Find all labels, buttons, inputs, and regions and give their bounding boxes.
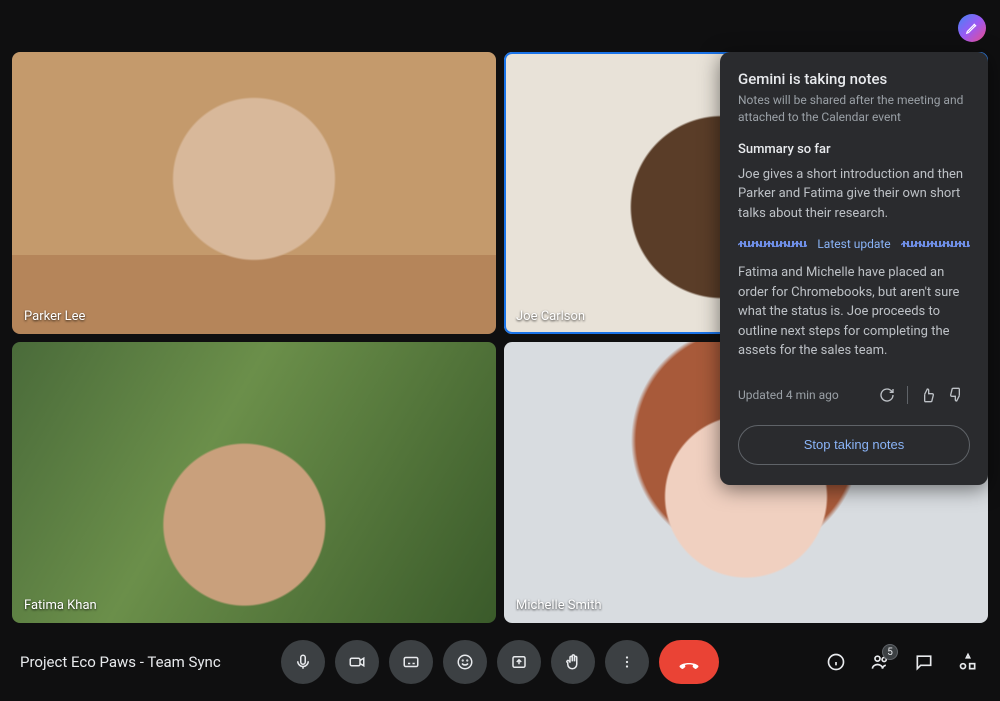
updated-timestamp: Updated 4 min ago bbox=[738, 388, 839, 402]
divider bbox=[907, 386, 908, 404]
stop-taking-notes-button[interactable]: Stop taking notes bbox=[738, 425, 970, 465]
thumbs-up-icon[interactable] bbox=[914, 381, 942, 409]
bottom-bar: Project Eco Paws - Team Sync bbox=[0, 623, 1000, 701]
raise-hand-button[interactable] bbox=[551, 640, 595, 684]
participant-tile[interactable]: Fatima Khan bbox=[12, 342, 496, 624]
captions-button[interactable] bbox=[389, 640, 433, 684]
gemini-subtitle: Notes will be shared after the meeting a… bbox=[738, 92, 970, 126]
participant-tile[interactable]: Parker Lee bbox=[12, 52, 496, 334]
latest-update-divider: Latest update bbox=[738, 237, 970, 251]
people-count-badge: 5 bbox=[882, 644, 898, 660]
gemini-notes-panel: Gemini is taking notes Notes will be sha… bbox=[720, 52, 988, 485]
wave-left-icon bbox=[738, 241, 807, 247]
thumbs-down-icon[interactable] bbox=[942, 381, 970, 409]
gemini-pencil-button[interactable] bbox=[958, 14, 986, 42]
people-button[interactable]: 5 bbox=[868, 650, 892, 674]
wave-right-icon bbox=[901, 241, 970, 247]
meeting-title: Project Eco Paws - Team Sync bbox=[20, 653, 280, 671]
reactions-button[interactable] bbox=[443, 640, 487, 684]
microphone-button[interactable] bbox=[281, 640, 325, 684]
meeting-details-button[interactable] bbox=[824, 650, 848, 674]
participant-name: Joe Carlson bbox=[516, 309, 585, 324]
refresh-icon[interactable] bbox=[873, 381, 901, 409]
participant-name: Parker Lee bbox=[24, 309, 85, 324]
activities-button[interactable] bbox=[956, 650, 980, 674]
chat-button[interactable] bbox=[912, 650, 936, 674]
present-button[interactable] bbox=[497, 640, 541, 684]
summary-heading: Summary so far bbox=[738, 142, 970, 157]
more-options-button[interactable] bbox=[605, 640, 649, 684]
participant-name: Fatima Khan bbox=[24, 598, 97, 613]
latest-update-body: Fatima and Michelle have placed an order… bbox=[738, 263, 970, 361]
gemini-panel-footer: Updated 4 min ago bbox=[738, 377, 970, 409]
leave-call-button[interactable] bbox=[659, 640, 719, 684]
summary-body: Joe gives a short introduction and then … bbox=[738, 165, 970, 224]
gemini-title: Gemini is taking notes bbox=[738, 70, 970, 88]
latest-update-label: Latest update bbox=[817, 237, 890, 251]
right-controls: 5 bbox=[824, 650, 980, 674]
call-controls bbox=[281, 640, 719, 684]
camera-button[interactable] bbox=[335, 640, 379, 684]
participant-name: Michelle Smith bbox=[516, 598, 602, 613]
